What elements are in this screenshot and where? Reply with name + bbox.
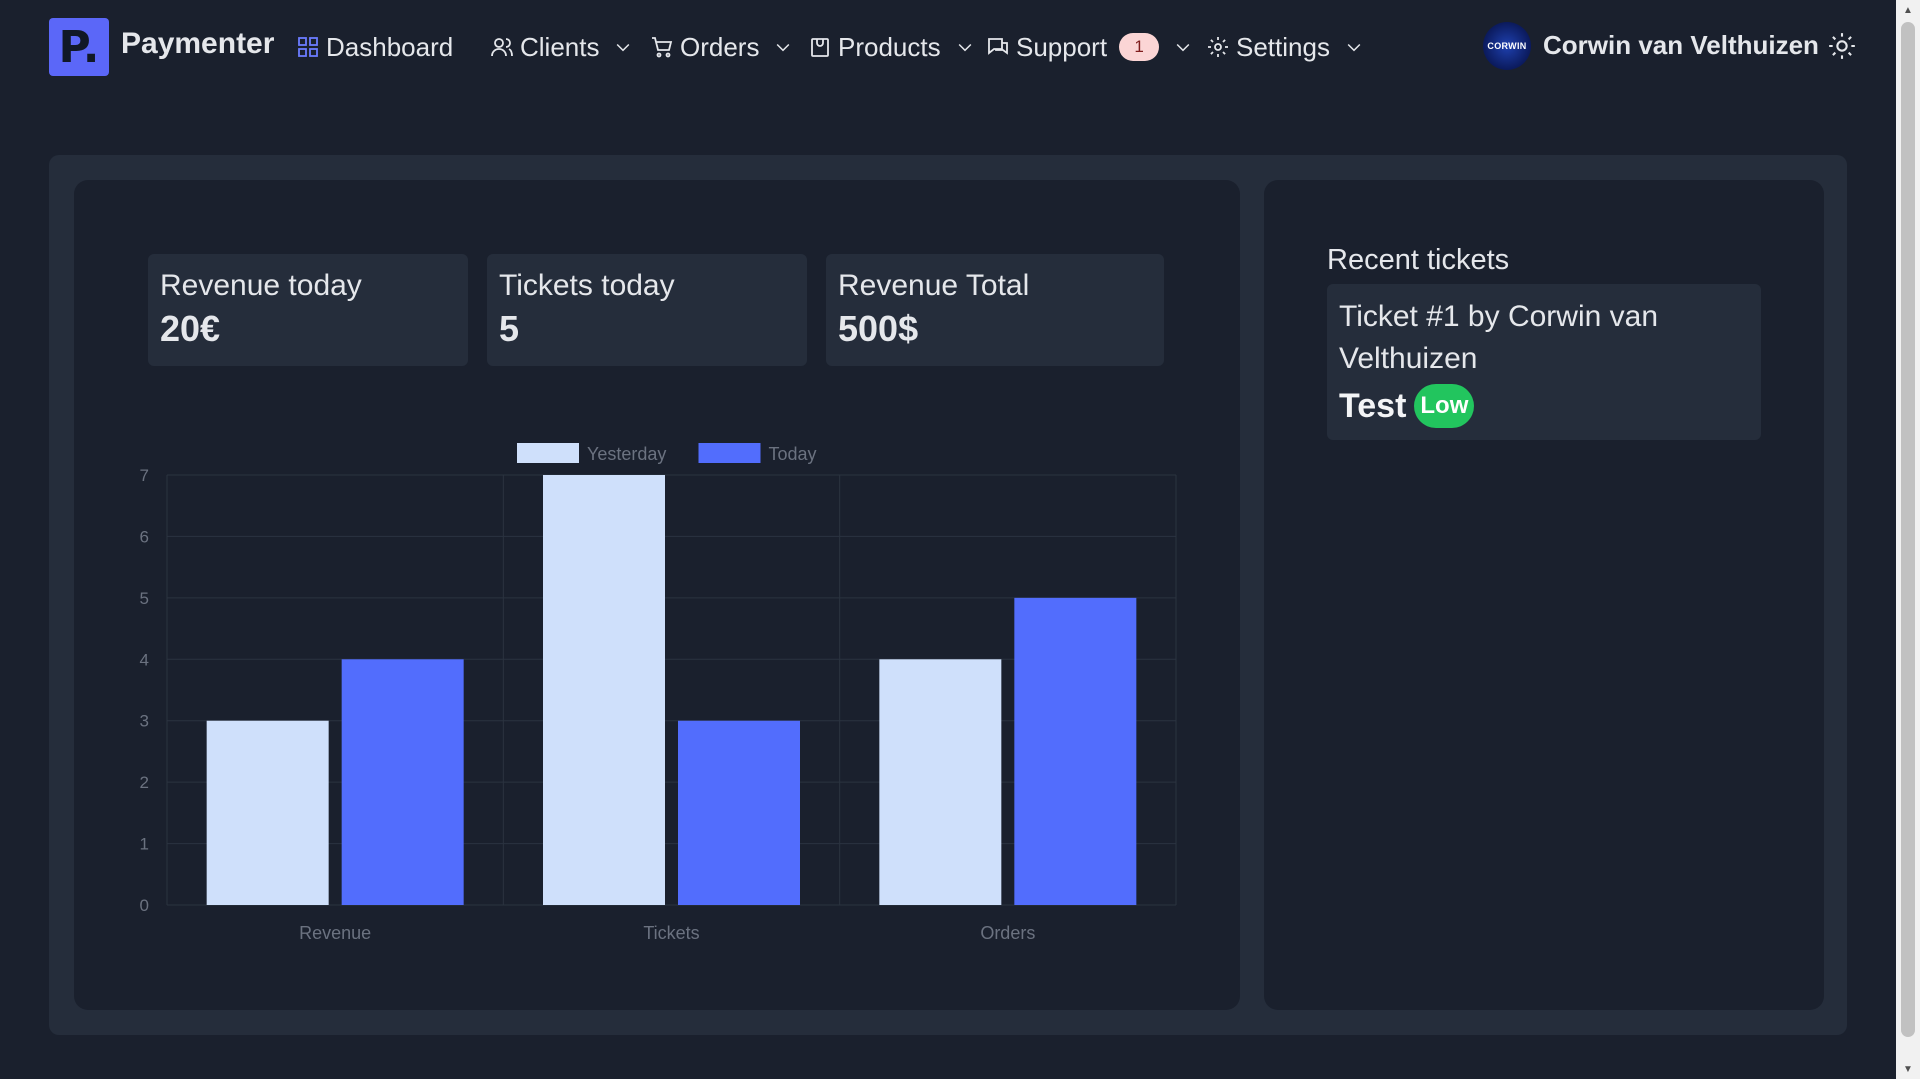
recent-tickets-title: Recent tickets [1327, 244, 1510, 276]
ticket-title: Ticket #1 by Corwin van Velthuizen [1339, 300, 1659, 375]
bar-yesterday-revenue [206, 720, 329, 905]
chevron-down-icon [1176, 43, 1190, 52]
bar-today-orders [1014, 597, 1137, 905]
gear-icon [1208, 37, 1228, 57]
bar-yesterday-tickets [543, 475, 665, 905]
scroll-up-arrow-icon[interactable]: ▲ [1896, 0, 1920, 20]
stat-label: Tickets today [499, 269, 675, 302]
nav-orders[interactable]: Orders [650, 28, 793, 66]
ticket-meta: Test Low [1339, 384, 1749, 428]
cart-icon [652, 37, 673, 58]
chart-svg: 0 1 2 3 4 5 6 7 Revenue Tickets Orders Yesterday Tod… [140, 443, 1177, 943]
logo[interactable]: P. [49, 18, 109, 76]
chevron-down-icon [1347, 43, 1361, 52]
stat-label: Revenue Total [838, 269, 1030, 302]
chat-icon [988, 38, 1008, 55]
dashboard-icon [298, 37, 318, 57]
bar-today-tickets [678, 720, 800, 905]
ticket-subject: Test [1339, 386, 1407, 425]
y-tick-label: 2 [140, 773, 149, 792]
nav-support[interactable]: Support 1 [986, 28, 1193, 66]
stat-value: 500$ [838, 308, 919, 349]
ticket-card[interactable]: Ticket #1 by Corwin van Velthuizen Test … [1327, 284, 1761, 440]
y-tick-label: 0 [140, 896, 149, 915]
stat-card-tickets-today: Tickets today 5 [487, 254, 807, 366]
stat-value: 5 [499, 308, 520, 349]
y-tick-label: 5 [140, 589, 149, 608]
scroll-thumb[interactable] [1901, 22, 1915, 1037]
support-count-badge: 1 [1119, 33, 1160, 61]
theme-toggle[interactable] [1828, 32, 1856, 60]
nav-dashboard-label: Dashboard [326, 31, 454, 62]
legend-swatch [698, 443, 761, 463]
nav-dashboard[interactable]: Dashboard [296, 28, 453, 66]
stat-label: Revenue today [160, 269, 362, 302]
navbar: P. Paymenter Dashboard Clients Orders Pr… [0, 0, 1896, 94]
chevron-down-icon [958, 43, 971, 52]
stat-card-revenue-total: Revenue Total 500$ [826, 254, 1164, 366]
legend-label: Today [769, 444, 817, 464]
legend-swatch [517, 443, 579, 463]
y-tick-label: 1 [140, 835, 149, 854]
y-tick-label: 3 [140, 712, 149, 731]
legend-label: Yesterday [587, 444, 666, 464]
nav-settings-label: Settings [1236, 31, 1330, 62]
nav-clients-label: Clients [520, 31, 600, 62]
y-tick-label: 7 [140, 466, 149, 485]
avatar[interactable]: CORWIN [1483, 22, 1531, 70]
bar-yesterday-orders [879, 659, 1002, 905]
x-tick-label: Tickets [643, 923, 699, 943]
nav-support-label: Support [1016, 31, 1108, 62]
page-scrollbar[interactable]: ▲ ▼ [1896, 0, 1920, 1079]
stat-value: 20€ [160, 308, 221, 349]
x-tick-label: Revenue [299, 923, 371, 943]
y-tick-label: 4 [140, 650, 149, 669]
nav-orders-label: Orders [680, 31, 760, 62]
chevron-down-icon [777, 43, 790, 52]
sun-icon [1829, 33, 1855, 59]
x-tick-label: Orders [980, 923, 1035, 943]
user-name[interactable]: Corwin van Velthuizen [1543, 30, 1819, 61]
y-tick-label: 6 [140, 527, 149, 546]
priority-badge: Low [1414, 384, 1475, 428]
chevron-down-icon [617, 43, 630, 52]
nav-products-label: Products [838, 31, 941, 62]
nav-products[interactable]: Products [808, 28, 975, 66]
nav-clients[interactable]: Clients [490, 28, 633, 66]
comparison-bar-chart: 0 1 2 3 4 5 6 7 Revenue Tickets Orders Yesterday Tod… [120, 430, 1180, 950]
stat-card-revenue-today: Revenue today 20€ [148, 254, 468, 366]
scroll-down-arrow-icon[interactable]: ▼ [1896, 1059, 1920, 1079]
bar-today-revenue [341, 659, 464, 905]
nav-settings[interactable]: Settings [1206, 28, 1364, 66]
bag-icon [811, 38, 829, 57]
users-icon [491, 38, 513, 57]
brand-name[interactable]: Paymenter [121, 27, 274, 61]
